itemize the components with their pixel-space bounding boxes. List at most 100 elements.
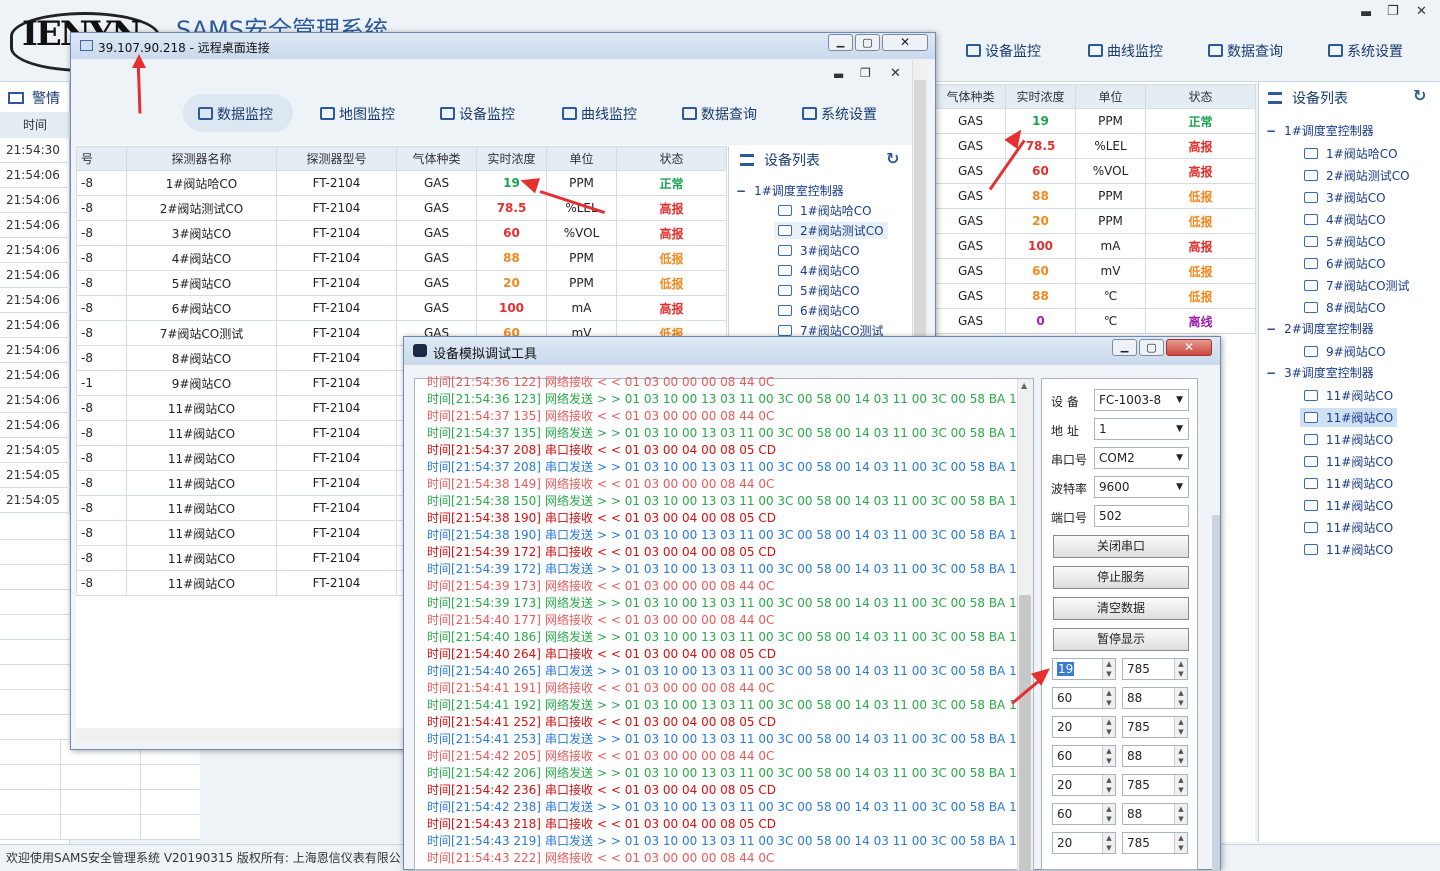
address-select[interactable]: 1 ▼ bbox=[1094, 418, 1189, 440]
tree-item[interactable]: 7#阀站CO测试 bbox=[1300, 276, 1414, 295]
minimize-icon[interactable]: ▬ bbox=[1360, 6, 1372, 21]
tree-item[interactable]: 5#阀站CO bbox=[1300, 232, 1390, 251]
rdp-tree-item[interactable]: 2#阀站测试CO bbox=[774, 222, 888, 239]
spinner-arrows-icon[interactable]: ▲ ▼ bbox=[1174, 688, 1187, 708]
spinner-arrows-icon[interactable]: ▲ ▼ bbox=[1174, 746, 1187, 766]
tree-item[interactable]: 11#阀站CO bbox=[1300, 430, 1397, 449]
main-nav-2[interactable]: 数据查询 bbox=[1208, 41, 1283, 61]
collapse-icon[interactable]: − bbox=[1266, 366, 1276, 380]
tree-item[interactable]: 4#阀站CO bbox=[1300, 210, 1390, 229]
pause-display-button[interactable]: 暂停显示 bbox=[1053, 628, 1189, 651]
value-spinner[interactable]: 88 ▲ ▼ bbox=[1122, 803, 1188, 825]
tree-group[interactable]: −2#调度室控制器 bbox=[1266, 320, 1374, 337]
main-nav-1[interactable]: 曲线监控 bbox=[1088, 41, 1163, 61]
value-spinner[interactable]: 60 ▲ ▼ bbox=[1052, 803, 1116, 825]
spinner-arrows-icon[interactable]: ▲ ▼ bbox=[1174, 775, 1187, 795]
inner-restore-icon[interactable]: ❐ bbox=[860, 66, 871, 80]
spinner-arrows-icon[interactable]: ▲ ▼ bbox=[1174, 717, 1187, 737]
stop-service-button[interactable]: 停止服务 bbox=[1053, 566, 1189, 589]
clear-data-button[interactable]: 清空数据 bbox=[1053, 597, 1189, 620]
rdp-close-button[interactable]: ✕ bbox=[882, 34, 928, 51]
baud-rate-select[interactable]: 9600 ▼ bbox=[1094, 476, 1189, 498]
value-spinner[interactable]: 88 ▲ ▼ bbox=[1122, 687, 1188, 709]
table-row[interactable]: GAS 0 ℃ 离线 bbox=[935, 308, 1256, 334]
value-spinner[interactable]: 88 ▲ ▼ bbox=[1122, 745, 1188, 767]
tree-item[interactable]: 2#阀站测试CO bbox=[1300, 166, 1414, 185]
rdp-tab-4[interactable]: 数据查询 bbox=[682, 104, 757, 124]
main-nav-3[interactable]: 系统设置 bbox=[1328, 41, 1403, 61]
value-spinner[interactable]: 60 ▲ ▼ bbox=[1052, 687, 1116, 709]
log-scroll-thumb[interactable] bbox=[1019, 595, 1031, 870]
rdp-tree-item[interactable]: 4#阀站CO bbox=[774, 262, 864, 279]
main-nav-0[interactable]: 设备监控 bbox=[966, 41, 1041, 61]
value-spinner[interactable]: 19 ▲ ▼ bbox=[1052, 658, 1116, 680]
device-select[interactable]: FC-1003-8 ▼ bbox=[1094, 389, 1189, 411]
table-row[interactable]: GAS 100 mA 高报 bbox=[935, 233, 1256, 259]
rdp-tab-0[interactable]: 数据监控 bbox=[198, 104, 273, 124]
value-spinner[interactable]: 785 ▲ ▼ bbox=[1122, 832, 1188, 854]
close-icon[interactable]: ✕ bbox=[1416, 4, 1427, 19]
table-row[interactable]: GAS 88 ℃ 低报 bbox=[935, 283, 1256, 309]
close-port-button[interactable]: 关闭串口 bbox=[1053, 535, 1189, 558]
restore-icon[interactable]: ❐ bbox=[1387, 4, 1399, 19]
table-row[interactable]: -8 5#阀站CO FT-2104 GAS 20 PPM 低报 bbox=[76, 270, 727, 296]
inner-minimize-icon[interactable]: ▬ bbox=[833, 68, 844, 82]
log-scroll-up-icon[interactable]: ▲ bbox=[1021, 381, 1027, 390]
rdp-tab-5[interactable]: 系统设置 bbox=[802, 104, 877, 124]
com-port-select[interactable]: COM2 ▼ bbox=[1094, 447, 1189, 469]
value-spinner[interactable]: 20 ▲ ▼ bbox=[1052, 716, 1116, 738]
spinner-arrows-icon[interactable]: ▲ ▼ bbox=[1174, 659, 1187, 679]
tree-item[interactable]: 11#阀站CO bbox=[1300, 540, 1397, 559]
tree-item[interactable]: 11#阀站CO bbox=[1300, 518, 1397, 537]
tool-close-button[interactable]: ✕ bbox=[1166, 339, 1212, 356]
value-spinner[interactable]: 785 ▲ ▼ bbox=[1122, 716, 1188, 738]
tree-item[interactable]: 11#阀站CO bbox=[1300, 474, 1397, 493]
table-row[interactable]: GAS 20 PPM 低报 bbox=[935, 208, 1256, 234]
rdp-tab-3[interactable]: 曲线监控 bbox=[562, 104, 637, 124]
tree-item[interactable]: 6#阀站CO bbox=[1300, 254, 1390, 273]
table-row[interactable]: -8 1#阀站哈CO FT-2104 GAS 19 PPM 正常 bbox=[76, 170, 727, 196]
port-input[interactable]: 502 bbox=[1094, 505, 1189, 527]
inner-close-icon[interactable]: ✕ bbox=[890, 66, 901, 81]
tree-group[interactable]: −3#调度室控制器 bbox=[1266, 364, 1374, 381]
collapse-icon[interactable]: − bbox=[736, 184, 746, 198]
rdp-tree-item[interactable]: 1#阀站哈CO bbox=[774, 202, 876, 219]
value-spinner[interactable]: 60 ▲ ▼ bbox=[1052, 745, 1116, 767]
value-spinner[interactable]: 20 ▲ ▼ bbox=[1052, 774, 1116, 796]
rdp-refresh-icon[interactable]: ↻ bbox=[886, 149, 899, 168]
dropdown-arrow-icon[interactable]: ▼ bbox=[1176, 390, 1183, 410]
tree-item[interactable]: 9#阀站CO bbox=[1300, 342, 1390, 361]
table-row[interactable]: GAS 60 %VOL 高报 bbox=[935, 158, 1256, 184]
spinner-arrows-icon[interactable]: ▲ ▼ bbox=[1102, 833, 1115, 853]
rdp-tree-group[interactable]: −1#调度室控制器 bbox=[736, 182, 844, 199]
rdp-tree-item[interactable]: 5#阀站CO bbox=[774, 282, 864, 299]
rdp-tab-1[interactable]: 地图监控 bbox=[320, 104, 395, 124]
tree-group[interactable]: −1#调度室控制器 bbox=[1266, 122, 1374, 139]
tool-minimize-button[interactable]: ▁ bbox=[1112, 339, 1137, 356]
table-row[interactable]: -8 6#阀站CO FT-2104 GAS 100 mA 高报 bbox=[76, 295, 727, 321]
dropdown-arrow-icon[interactable]: ▼ bbox=[1176, 419, 1183, 439]
spinner-arrows-icon[interactable]: ▲ ▼ bbox=[1102, 775, 1115, 795]
rdp-hscroll[interactable] bbox=[76, 728, 406, 742]
table-row[interactable]: -8 4#阀站CO FT-2104 GAS 88 PPM 低报 bbox=[76, 245, 727, 271]
tree-item[interactable]: 8#阀站CO bbox=[1300, 298, 1390, 317]
collapse-icon[interactable]: − bbox=[1266, 322, 1276, 336]
spinner-arrows-icon[interactable]: ▲ ▼ bbox=[1102, 746, 1115, 766]
rdp-restore-button[interactable]: ▢ bbox=[855, 34, 880, 51]
spinner-arrows-icon[interactable]: ▲ ▼ bbox=[1102, 804, 1115, 824]
spinner-arrows-icon[interactable]: ▲ ▼ bbox=[1102, 717, 1115, 737]
table-row[interactable]: GAS 60 mV 低报 bbox=[935, 258, 1256, 284]
rdp-tab-2[interactable]: 设备监控 bbox=[440, 104, 515, 124]
tree-item[interactable]: 11#阀站CO bbox=[1300, 452, 1397, 471]
tree-item[interactable]: 1#阀站哈CO bbox=[1300, 144, 1402, 163]
value-spinner[interactable]: 785 ▲ ▼ bbox=[1122, 774, 1188, 796]
collapse-icon[interactable]: − bbox=[1266, 124, 1276, 138]
rdp-minimize-button[interactable]: ▁ bbox=[828, 34, 853, 51]
value-spinner[interactable]: 785 ▲ ▼ bbox=[1122, 658, 1188, 680]
dropdown-arrow-icon[interactable]: ▼ bbox=[1176, 477, 1183, 497]
spinner-arrows-icon[interactable]: ▲ ▼ bbox=[1174, 833, 1187, 853]
tree-item[interactable]: 11#阀站CO bbox=[1300, 496, 1397, 515]
refresh-icon[interactable]: ↻ bbox=[1413, 86, 1426, 105]
value-spinner[interactable]: 20 ▲ ▼ bbox=[1052, 832, 1116, 854]
spinner-arrows-icon[interactable]: ▲ ▼ bbox=[1102, 659, 1115, 679]
